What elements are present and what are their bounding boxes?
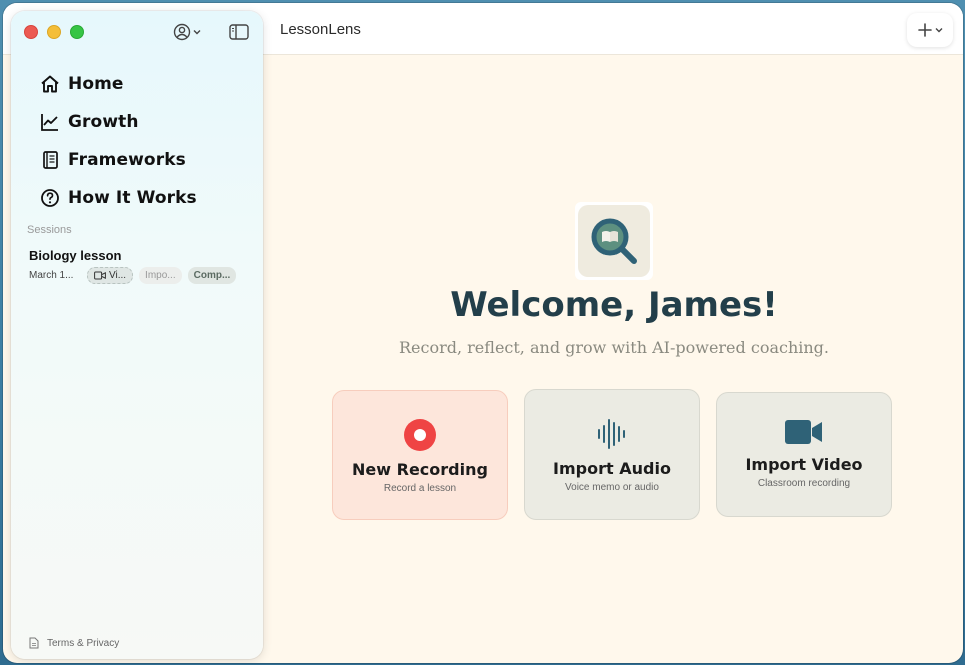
terms-privacy-label: Terms & Privacy (47, 637, 120, 649)
new-recording-subtitle: Record a lesson (383, 483, 457, 494)
magnifier-book-icon (591, 218, 637, 264)
import-video-subtitle: Classroom recording (757, 478, 851, 489)
home-icon (41, 75, 59, 93)
sidebar-item-growth[interactable]: Growth (40, 103, 197, 141)
book-icon (43, 151, 58, 169)
import-audio-card[interactable]: Import Audio Voice memo or audio (524, 389, 700, 520)
sidebar-item-label: Frameworks (68, 150, 186, 170)
session-meta: March 1... Vi... Impo... Comp... (29, 267, 237, 284)
add-menu-button[interactable] (907, 13, 953, 47)
document-icon (29, 637, 39, 649)
new-recording-title: New Recording (352, 460, 488, 479)
plus-icon (917, 23, 932, 37)
user-circle-icon (173, 23, 191, 41)
close-window-button[interactable] (24, 25, 38, 39)
sidebar-icon (229, 24, 249, 40)
zoom-window-button[interactable] (70, 25, 84, 39)
video-camera-icon (94, 271, 106, 280)
sidebar-item-how-it-works[interactable]: How It Works (40, 179, 197, 217)
sidebar-nav: Home Growth Frameworks How It Works (40, 65, 197, 217)
session-title[interactable]: Biology lesson (29, 248, 121, 263)
record-icon (404, 419, 436, 451)
import-video-title: Import Video (745, 455, 863, 474)
chevron-down-icon (193, 30, 201, 35)
sidebar-item-home[interactable]: Home (40, 65, 197, 103)
sessions-heading: Sessions (27, 224, 72, 236)
sidebar-item-label: Growth (68, 112, 139, 132)
app-logo (575, 202, 653, 280)
session-tag-video: Vi... (87, 267, 134, 284)
sidebar-item-frameworks[interactable]: Frameworks (40, 141, 197, 179)
app-window: LessonLens Welcome, James! Record, refle… (3, 3, 963, 663)
minimize-window-button[interactable] (47, 25, 61, 39)
session-tag-label: Vi... (109, 270, 127, 281)
session-tag-import: Impo... (139, 267, 182, 284)
chevron-down-icon (935, 28, 942, 33)
import-audio-subtitle: Voice memo or audio (565, 482, 659, 493)
sidebar: Home Growth Frameworks How It Works Sess… (11, 11, 263, 659)
terms-privacy-link[interactable]: Terms & Privacy (29, 637, 119, 649)
help-circle-icon (41, 189, 59, 207)
chart-line-icon (41, 114, 58, 131)
app-title: LessonLens (280, 21, 361, 38)
session-tag-status: Comp... (187, 267, 237, 284)
import-video-card[interactable]: Import Video Classroom recording (716, 392, 892, 517)
account-menu-button[interactable] (173, 23, 201, 41)
import-audio-title: Import Audio (553, 459, 671, 478)
toggle-sidebar-button[interactable] (229, 24, 249, 45)
video-camera-icon (785, 420, 822, 444)
waveform-icon (598, 419, 625, 449)
sidebar-item-label: How It Works (68, 188, 197, 208)
new-recording-card[interactable]: New Recording Record a lesson (332, 390, 508, 520)
sidebar-item-label: Home (68, 74, 124, 94)
session-date: March 1... (29, 270, 74, 281)
